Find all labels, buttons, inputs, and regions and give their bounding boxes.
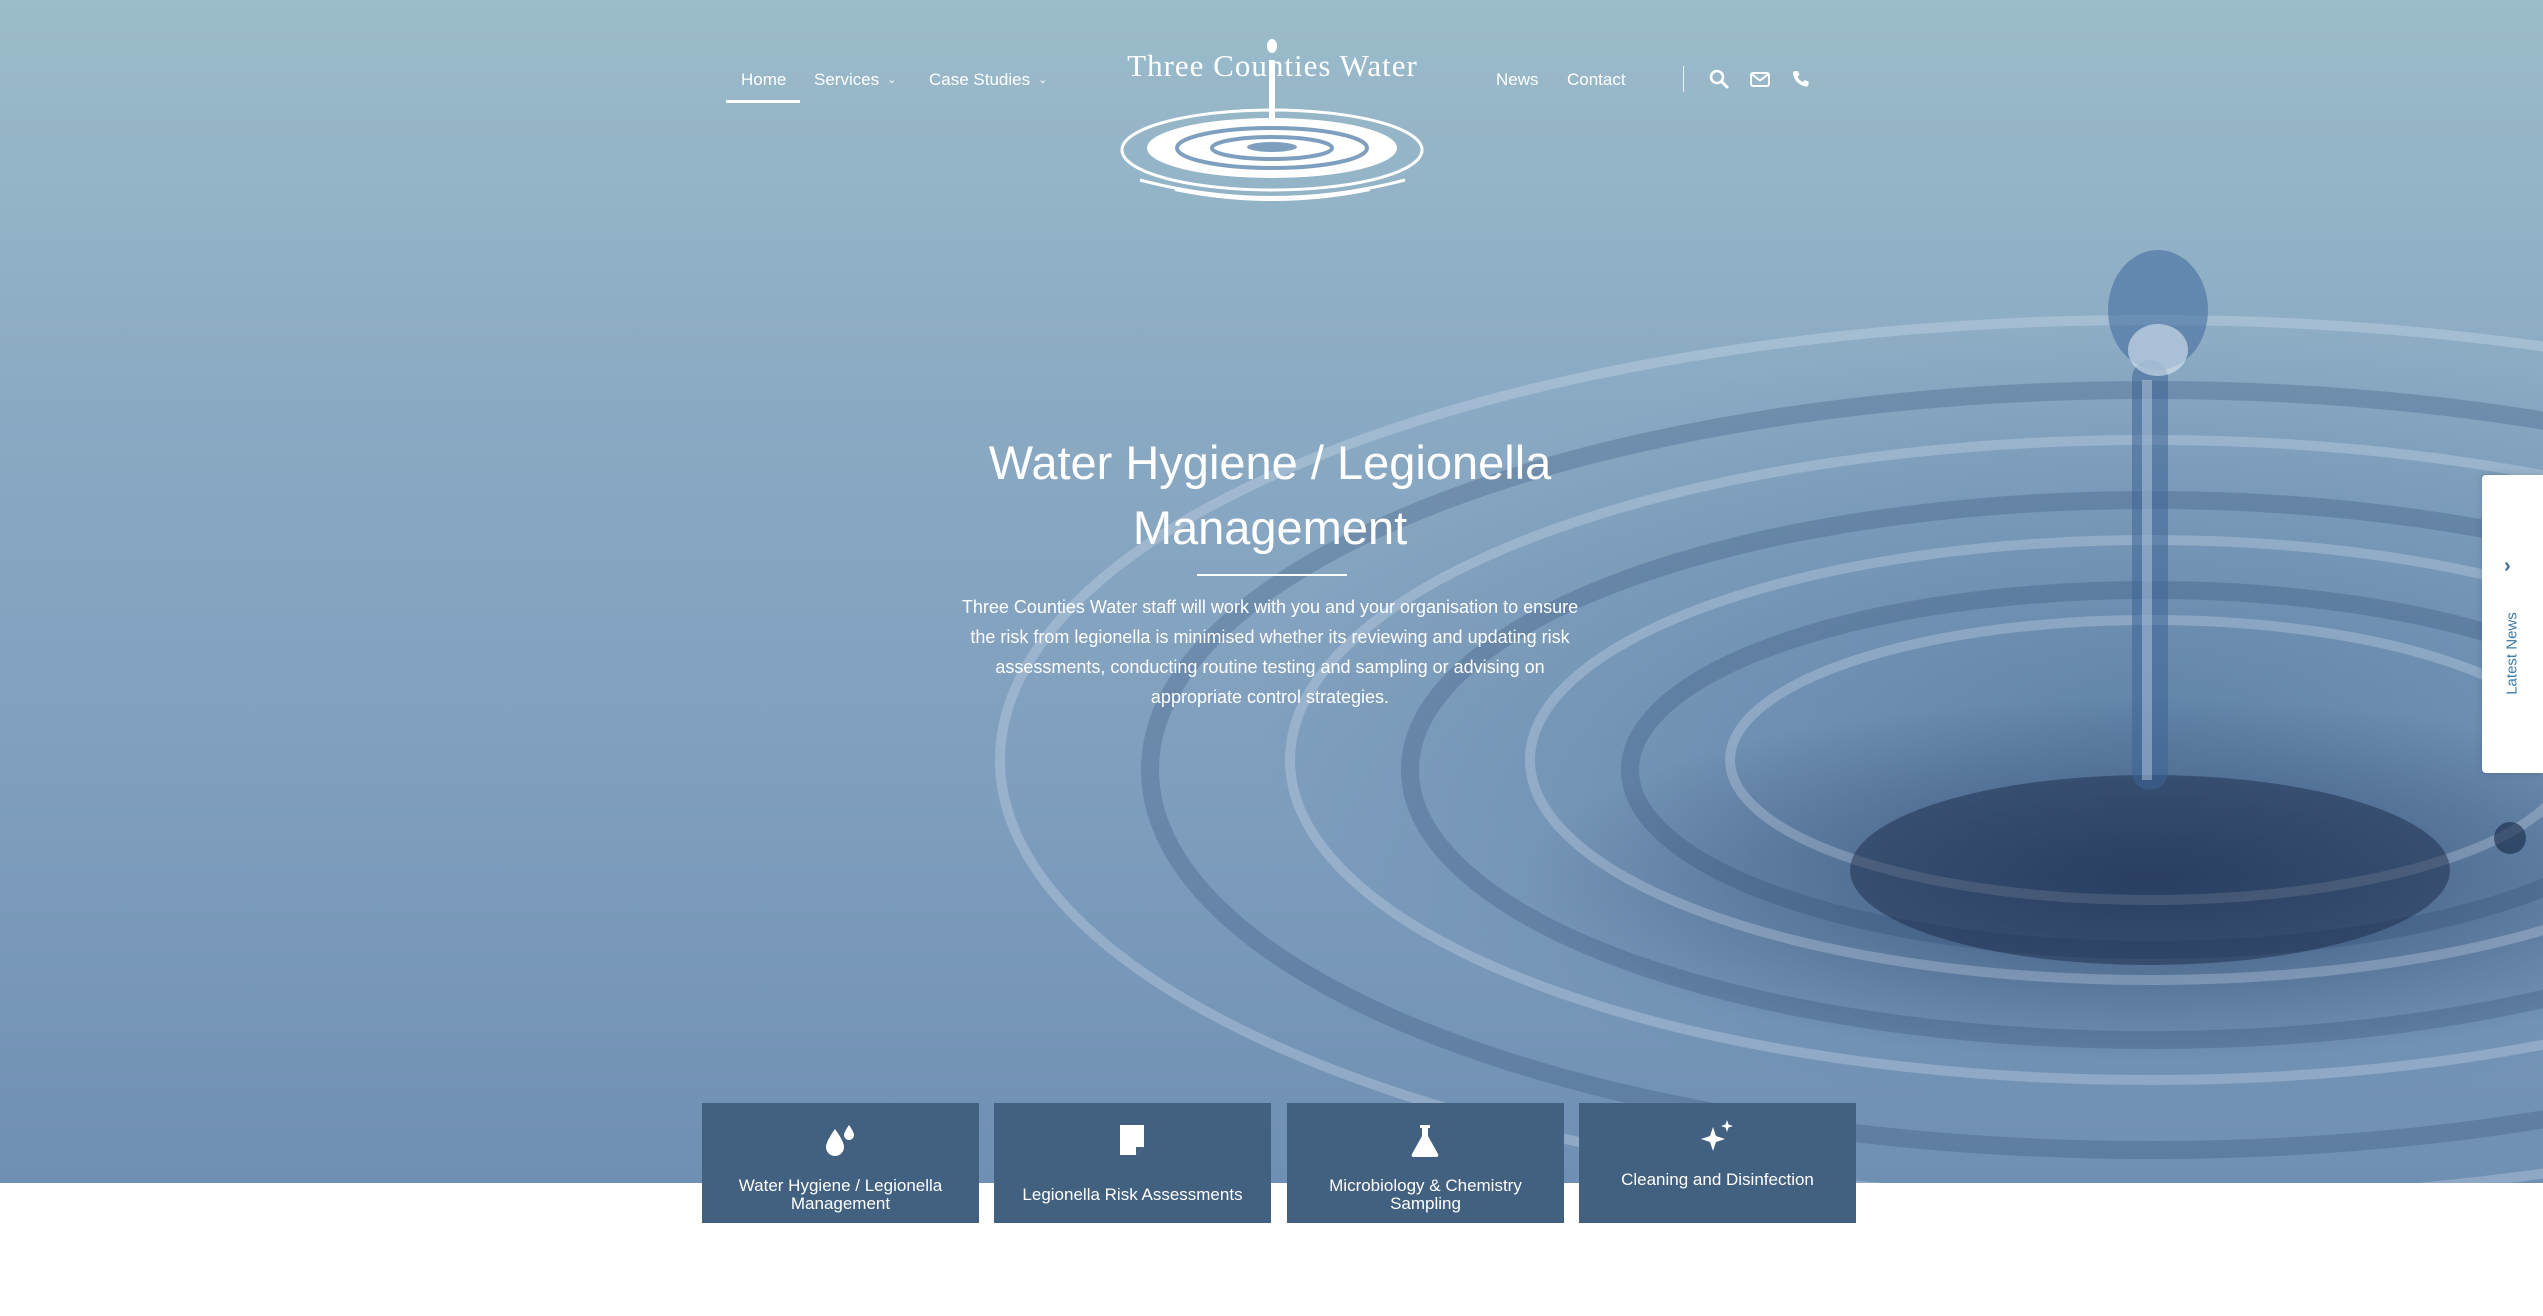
service-card-label: Cleaning and Disinfection xyxy=(1621,1170,1814,1189)
chevron-right-icon: › xyxy=(2504,555,2511,577)
mail-icon[interactable] xyxy=(1749,68,1771,90)
latest-news-tab[interactable]: › Latest News xyxy=(2482,475,2543,773)
service-card-label: Microbiology & Chemistry Sampling xyxy=(1329,1176,1522,1213)
sparkle-icon xyxy=(1701,1120,1733,1151)
chevron-down-icon: ⌄ xyxy=(887,74,897,86)
service-card-sampling[interactable]: Microbiology & Chemistry Sampling xyxy=(1287,1103,1564,1223)
nav-home[interactable]: Home xyxy=(741,62,786,98)
flask-icon xyxy=(1411,1125,1439,1157)
nav-case-studies-label: Case Studies xyxy=(929,70,1031,89)
hero-title-line-1: Water Hygiene / Legionella xyxy=(988,436,1552,489)
nav-news-label: News xyxy=(1496,70,1539,89)
latest-news-label: Latest News xyxy=(2503,612,2521,695)
nav-services[interactable]: Services ⌄ xyxy=(814,62,896,98)
service-card-cleaning[interactable]: Cleaning and Disinfection xyxy=(1579,1103,1856,1223)
hero-description: Three Counties Water staff will work wit… xyxy=(961,597,1579,707)
document-icon xyxy=(1120,1125,1144,1155)
service-card-risk-assessments[interactable]: Legionella Risk Assessments xyxy=(994,1103,1271,1223)
nav-news[interactable]: News xyxy=(1496,62,1539,98)
nav-case-studies[interactable]: Case Studies ⌄ xyxy=(929,62,1047,98)
nav-home-label: Home xyxy=(741,70,787,89)
search-icon[interactable] xyxy=(1708,68,1730,90)
brand-logo[interactable]: Three Counties Water xyxy=(1100,30,1445,205)
service-card-water-hygiene[interactable]: Water Hygiene / Legionella Management xyxy=(702,1103,979,1223)
service-card-label: Legionella Risk Assessments xyxy=(1022,1185,1243,1204)
nav-services-label: Services xyxy=(814,70,880,89)
nav-divider xyxy=(1683,66,1684,92)
service-card-label: Water Hygiene / Legionella Management xyxy=(738,1176,943,1213)
hero-title: Water Hygiene / Legionella Management xyxy=(870,430,1670,560)
water-drops-icon xyxy=(826,1125,854,1156)
chevron-down-icon: ⌄ xyxy=(1038,74,1048,86)
nav-contact-label: Contact xyxy=(1567,70,1626,89)
nav-contact[interactable]: Contact xyxy=(1567,62,1626,98)
nav-active-indicator xyxy=(726,100,800,103)
phone-icon[interactable] xyxy=(1790,68,1812,90)
water-drop-logo-icon xyxy=(1120,39,1424,201)
hero-title-line-2: Management xyxy=(1132,501,1408,554)
hero-divider xyxy=(1197,574,1347,576)
